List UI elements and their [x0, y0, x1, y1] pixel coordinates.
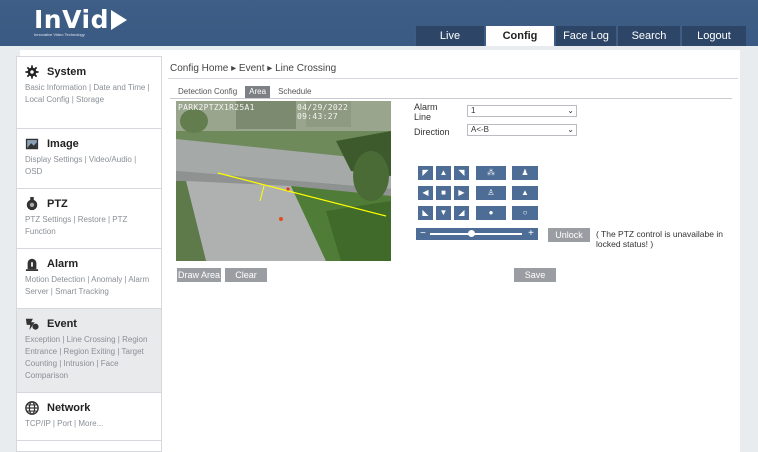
save-button[interactable]: Save [514, 268, 556, 282]
sidebar-item-links[interactable]: TCP/IP | Port | More... [25, 418, 153, 430]
sidebar-item-alarm[interactable]: Alarm Motion Detection | Anomaly | Alarm… [17, 249, 161, 309]
ptz-left-icon[interactable]: ◀ [418, 186, 433, 200]
main-nav: Live Config Face Log Search Logout [414, 26, 746, 46]
sidebar-item-links[interactable]: Exception | Line Crossing | Region Entra… [25, 334, 153, 382]
ptz-down-left-icon[interactable]: ◣ [418, 206, 433, 220]
direction-select[interactable]: A<-B ⌄ [467, 124, 577, 136]
focus-far-icon[interactable]: ▲ [512, 186, 538, 200]
plus-icon: + [528, 228, 534, 239]
sidebar-item-title: Network [47, 402, 91, 414]
divider [170, 98, 732, 99]
sidebar-item-title: Event [47, 318, 77, 330]
logo: InVid Innovative Video Technology [34, 6, 127, 37]
sidebar-item-system[interactable]: System Basic Information | Date and Time… [17, 57, 161, 129]
ptz-up-icon[interactable]: ▲ [436, 166, 451, 180]
sidebar-item-event[interactable]: Event Exception | Line Crossing | Region… [17, 309, 161, 393]
divider [168, 78, 738, 79]
event-icon [25, 318, 39, 331]
zoom-in-icon[interactable]: ♟ [512, 166, 538, 180]
alarm-line-value: 1 [471, 106, 476, 115]
unlock-button[interactable]: Unlock [548, 228, 590, 242]
ptz-down-right-icon[interactable]: ◢ [454, 206, 469, 220]
alarm-line-select[interactable]: 1 ⌄ [467, 105, 577, 117]
sidebar-item-ptz[interactable]: PTZ PTZ Settings | Restore | PTZ Functio… [17, 189, 161, 249]
zoom-out-icon[interactable]: ⁂ [476, 166, 506, 180]
gear-icon [25, 65, 39, 79]
globe-icon [25, 401, 39, 415]
sidebar-item-title: Alarm [47, 258, 79, 270]
sidebar-item-title: Image [47, 138, 79, 150]
draw-area-button[interactable]: Draw Area [177, 268, 221, 282]
chevron-down-icon: ⌄ [567, 106, 574, 115]
logo-tagline: Innovative Video Technology [34, 32, 85, 37]
top-header: InVid Innovative Video Technology Live C… [0, 0, 758, 46]
nav-logout[interactable]: Logout [680, 26, 746, 46]
tab-schedule[interactable]: Schedule [274, 86, 315, 98]
camera-scene [176, 101, 391, 261]
sidebar-item-links[interactable]: Display Settings | Video/Audio | OSD [25, 154, 153, 178]
video-preview[interactable]: PARK2PTZX1R25A1 04/29/2022 09:43:27 [176, 101, 391, 261]
ptz-stop-icon[interactable]: ■ [436, 186, 451, 200]
image-icon [25, 138, 39, 150]
ptz-control-panel: ◤ ▲ ◥ ⁂ ♟ ◀ ■ ▶ ♙ ▲ ◣ ▼ ◢ ● ○ [416, 164, 544, 226]
ptz-down-icon[interactable]: ▼ [436, 206, 451, 220]
iris-open-icon[interactable]: ○ [512, 206, 538, 220]
clear-button[interactable]: Clear [225, 268, 267, 282]
sidebar-item-more[interactable] [17, 441, 161, 451]
nav-config[interactable]: Config [484, 26, 554, 46]
sidebar-item-links[interactable]: Motion Detection | Anomaly | Alarm Serve… [25, 274, 153, 298]
ptz-camera-icon [26, 197, 38, 211]
direction-value: A<-B [471, 125, 490, 134]
ptz-up-left-icon[interactable]: ◤ [418, 166, 433, 180]
logo-play-icon [110, 10, 127, 30]
direction-label: Direction [414, 127, 450, 137]
tab-detection-config[interactable]: Detection Config [174, 86, 241, 98]
breadcrumb: Config Home ▸ Event ▸ Line Crossing [170, 63, 337, 74]
nav-face-log[interactable]: Face Log [554, 26, 616, 46]
osd-timestamp: 04/29/2022 09:43:27 [297, 103, 349, 121]
ptz-right-icon[interactable]: ▶ [454, 186, 469, 200]
nav-live[interactable]: Live [414, 26, 484, 46]
iris-close-icon[interactable]: ● [476, 206, 506, 220]
slider-handle[interactable] [468, 230, 475, 237]
sidebar-item-network[interactable]: Network TCP/IP | Port | More... [17, 393, 161, 441]
tab-bar: Detection Config Area Schedule [174, 86, 315, 98]
alarm-icon [25, 258, 39, 271]
sidebar-item-title: PTZ [47, 198, 68, 210]
focus-near-icon[interactable]: ♙ [476, 186, 506, 200]
nav-search[interactable]: Search [616, 26, 680, 46]
logo-text: InVid [34, 5, 109, 34]
ptz-lock-note: ( The PTZ control is unavailabe in locke… [596, 229, 723, 249]
sidebar-item-links[interactable]: Basic Information | Date and Time | Loca… [25, 82, 153, 106]
minus-icon: − [420, 228, 426, 239]
sidebar-item-links[interactable]: PTZ Settings | Restore | PTZ Function [25, 214, 153, 238]
slider-track [430, 233, 522, 235]
sidebar-item-image[interactable]: Image Display Settings | Video/Audio | O… [17, 129, 161, 189]
chevron-down-icon: ⌄ [567, 125, 574, 134]
alarm-line-label: Alarm Line [414, 102, 438, 122]
ptz-up-right-icon[interactable]: ◥ [454, 166, 469, 180]
sidebar: System Basic Information | Date and Time… [16, 56, 162, 452]
osd-camera-name: PARK2PTZX1R25A1 [178, 103, 255, 112]
tab-area[interactable]: Area [245, 86, 271, 98]
sidebar-item-title: System [47, 66, 87, 78]
ptz-speed-slider[interactable]: − + [416, 228, 538, 240]
